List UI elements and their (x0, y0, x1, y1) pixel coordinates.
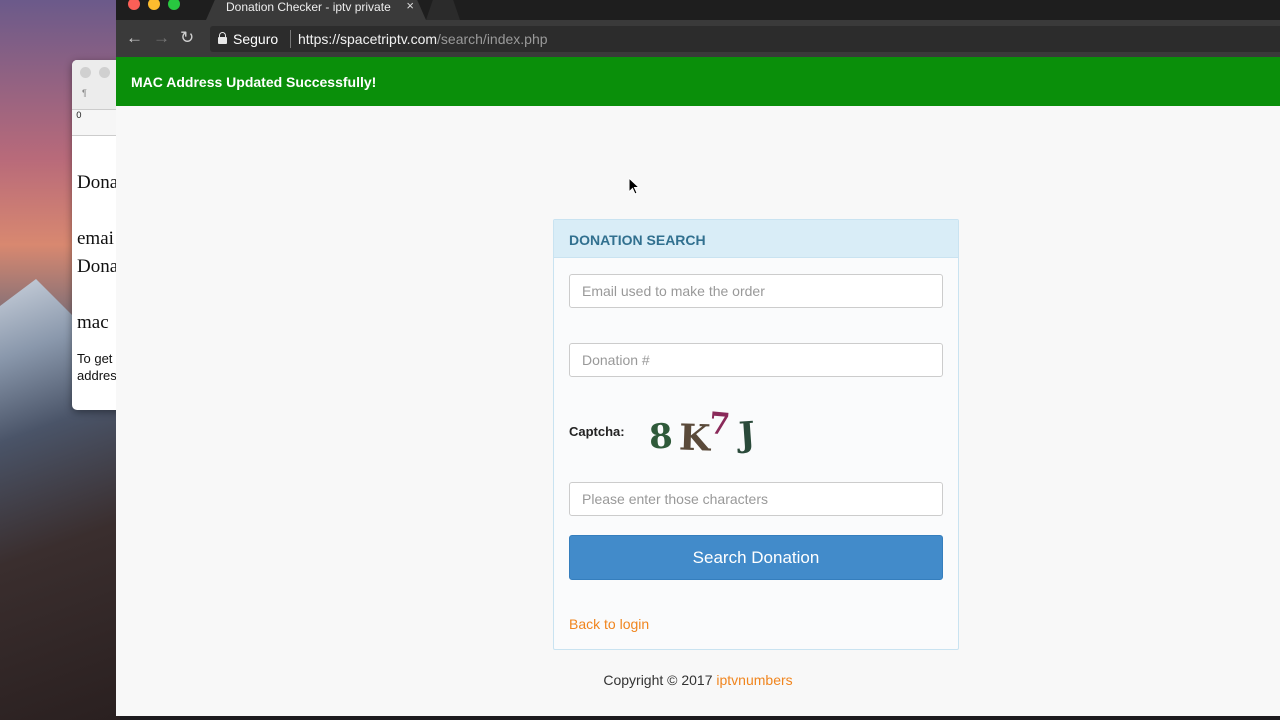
panel-title: DONATION SEARCH (569, 232, 706, 248)
panel-heading: DONATION SEARCH (554, 220, 958, 258)
minimize-window-icon[interactable] (148, 0, 160, 10)
document-text-line: Dona (77, 256, 119, 277)
lock-icon[interactable] (218, 32, 227, 44)
captcha-character: K (678, 416, 712, 460)
page-content: DONATION SEARCH Captcha: 8 K 7 J Search … (116, 106, 1280, 716)
new-tab-button[interactable] (426, 0, 460, 20)
page-footer: Copyright © 2017 iptvnumbers (116, 672, 1280, 688)
email-input[interactable] (569, 274, 943, 308)
donation-number-input[interactable] (569, 343, 943, 377)
copyright-text: Copyright © 2017 (603, 672, 713, 688)
success-alert: MAC Address Updated Successfully! (116, 57, 1280, 106)
search-donation-button[interactable]: Search Donation (569, 535, 943, 580)
captcha-character: J (737, 414, 757, 456)
footer-link[interactable]: iptvnumbers (716, 672, 792, 688)
close-window-icon[interactable] (128, 0, 140, 10)
window-close-icon[interactable] (80, 67, 91, 78)
captcha-image: 8 K 7 J (647, 406, 779, 460)
browser-window: Donation Checker - iptv private × ← → ↻ … (116, 0, 1280, 716)
document-text-line: emai (77, 228, 114, 249)
captcha-character: 8 (647, 416, 674, 458)
address-bar[interactable]: Seguro https://spacetriptv.com/search/in… (210, 26, 1280, 52)
tab-bar: Donation Checker - iptv private × (116, 0, 1280, 20)
captcha-input[interactable] (569, 482, 943, 516)
captcha-character: 7 (707, 406, 732, 443)
browser-toolbar: ← → ↻ Seguro https://spacetriptv.com/sea… (116, 20, 1280, 57)
paragraph-style-icon[interactable]: ¶ (82, 88, 87, 98)
alert-message: MAC Address Updated Successfully! (131, 74, 377, 90)
back-arrow-icon[interactable]: ← (126, 29, 143, 47)
address-separator (290, 30, 291, 48)
forward-arrow-icon[interactable]: → (153, 29, 170, 47)
back-to-login-link[interactable]: Back to login (569, 616, 649, 632)
secure-label: Seguro (233, 31, 279, 47)
window-minimize-icon[interactable] (99, 67, 110, 78)
tab-close-icon[interactable]: × (406, 0, 414, 13)
ruler-tab-marker: 0 (76, 111, 82, 121)
document-text-line: To get (77, 351, 113, 366)
document-text-line: addres (77, 368, 117, 383)
donation-search-panel: DONATION SEARCH Captcha: 8 K 7 J Search … (553, 219, 959, 650)
url-text[interactable]: https://spacetriptv.com/search/index.php (298, 31, 548, 47)
document-text-line: mac (77, 312, 109, 333)
reload-icon[interactable]: ↻ (180, 29, 194, 47)
tab-donation-checker[interactable]: Donation Checker - iptv private × (206, 0, 426, 20)
captcha-label: Captcha: (569, 424, 625, 439)
tab-title: Donation Checker - iptv private (226, 0, 391, 14)
maximize-window-icon[interactable] (168, 0, 180, 10)
url-path: /search/index.php (437, 31, 548, 47)
url-host: https://spacetriptv.com (298, 31, 438, 47)
document-text-line: Dona (77, 172, 119, 193)
